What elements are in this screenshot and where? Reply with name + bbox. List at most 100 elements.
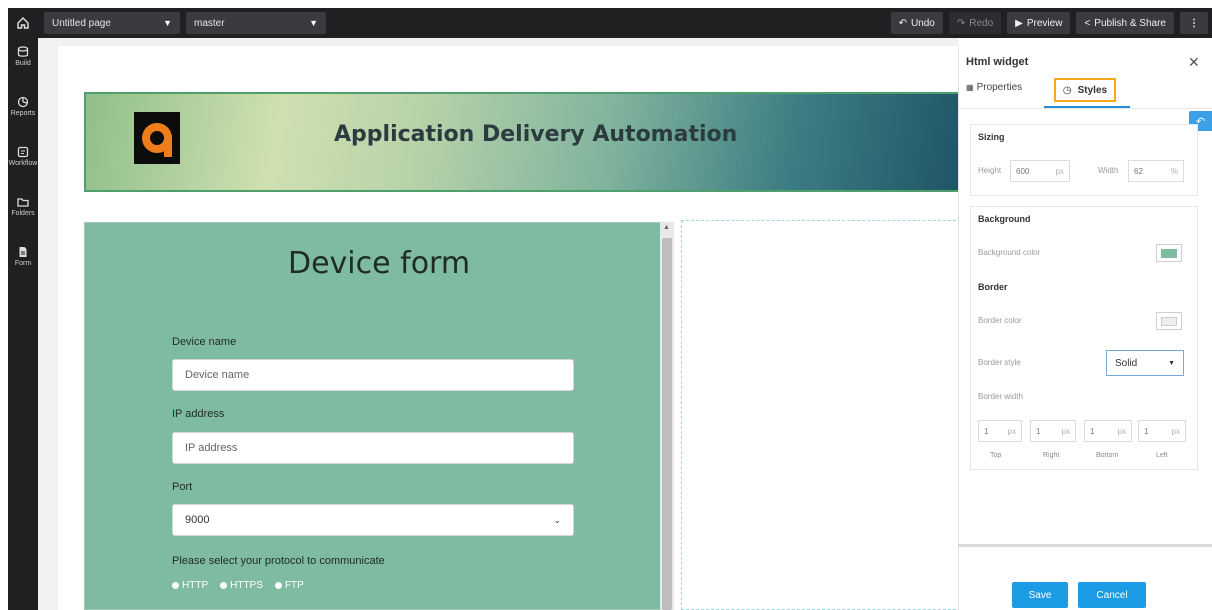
panel-footer-divider: [958, 544, 1212, 547]
panel-title: Html widget: [966, 56, 1029, 68]
sidebar-item-reports[interactable]: Reports: [8, 88, 38, 138]
radio-label: FTP: [284, 580, 304, 591]
device-name-label: Device name: [172, 336, 237, 348]
device-name-input[interactable]: Device name: [172, 359, 574, 391]
save-button[interactable]: Save: [1012, 582, 1068, 608]
border-width-right-input[interactable]: 1 px: [1030, 420, 1076, 442]
radio-https[interactable]: HTTPS: [220, 580, 263, 591]
ip-address-label: IP address: [172, 408, 225, 420]
publish-share-button[interactable]: < Publish & Share: [1076, 12, 1174, 34]
preview-label: Preview: [1026, 17, 1063, 29]
border-style-select[interactable]: Solid ▼: [1106, 350, 1184, 376]
tab-properties[interactable]: ▦ Properties: [966, 82, 1022, 93]
sidebar-item-form[interactable]: Form: [8, 238, 38, 288]
border-width-unit: px: [1007, 426, 1016, 436]
port-label: Port: [172, 481, 193, 493]
app-logo: [134, 112, 180, 164]
radio-ftp[interactable]: FTP: [274, 580, 304, 591]
ip-address-input[interactable]: IP address: [172, 432, 574, 464]
more-options-button[interactable]: ⋮: [1180, 12, 1208, 34]
border-style-label: Border style: [978, 358, 1021, 367]
background-heading: Background: [978, 214, 1031, 224]
tab-styles[interactable]: ◷ Styles: [1054, 78, 1116, 102]
border-side-label-left: Left: [1156, 452, 1168, 459]
branch-select-value: master: [194, 17, 225, 29]
sidebar-item-label: Form: [14, 260, 32, 267]
device-name-placeholder: Device name: [185, 369, 250, 381]
redo-label: Redo: [969, 17, 994, 29]
border-side-label-right: Right: [1043, 452, 1060, 459]
top-toolbar: Untitled page ▼ master ▼ ↶ Undo ↷ Redo ▶…: [8, 8, 1212, 38]
width-value: 62: [1134, 166, 1143, 176]
page-select-value: Untitled page: [52, 17, 111, 29]
scrollbar-thumb[interactable]: [662, 238, 672, 610]
border-width-value: 1: [1144, 426, 1149, 436]
folder-icon: [17, 198, 29, 207]
tab-properties-label: Properties: [976, 82, 1023, 93]
border-width-bottom-input[interactable]: 1 px: [1084, 420, 1132, 442]
page-select[interactable]: Untitled page ▼: [44, 12, 180, 34]
cancel-button[interactable]: Cancel: [1078, 582, 1146, 608]
ip-address-placeholder: IP address: [185, 442, 238, 454]
left-sidebar: Build Reports Workflow Folders Form: [8, 38, 38, 610]
branch-select[interactable]: master ▼: [186, 12, 326, 34]
border-width-unit: px: [1061, 426, 1070, 436]
redo-icon: ↷: [956, 17, 966, 29]
width-label: Width: [1098, 166, 1119, 175]
radio-dot: [172, 582, 179, 589]
background-color-swatch: [1161, 248, 1177, 258]
database-icon: [17, 46, 29, 57]
more-icon: ⋮: [1189, 17, 1199, 29]
border-side-label-bottom: Bottom: [1096, 452, 1119, 459]
sidebar-item-label: Build: [15, 60, 31, 67]
width-unit: %: [1170, 166, 1178, 176]
sizing-heading: Sizing: [978, 132, 1005, 142]
protocol-radio-group: HTTP HTTPS FTP: [172, 580, 304, 591]
scroll-up-icon[interactable]: ▲: [663, 224, 670, 231]
palette-icon: ◷: [1062, 84, 1072, 96]
border-width-value: 1: [984, 426, 989, 436]
preview-button[interactable]: ▶ Preview: [1007, 12, 1071, 34]
sidebar-item-folders[interactable]: Folders: [8, 188, 38, 238]
border-color-label: Border color: [978, 316, 1022, 325]
share-icon: <: [1084, 17, 1091, 29]
height-label: Height: [978, 166, 1002, 175]
border-width-unit: px: [1117, 426, 1126, 436]
border-width-value: 1: [1036, 426, 1041, 436]
home-icon[interactable]: [8, 8, 38, 38]
border-width-left-input[interactable]: 1 px: [1138, 420, 1186, 442]
border-heading: Border: [978, 282, 1008, 292]
redo-button[interactable]: ↷ Redo: [948, 12, 1002, 34]
chevron-down-icon: ▼: [163, 18, 172, 28]
sidebar-item-label: Folders: [11, 210, 35, 217]
document-icon: [19, 247, 27, 257]
sidebar-item-label: Reports: [10, 110, 36, 117]
undo-button[interactable]: ↶ Undo: [890, 12, 943, 34]
undo-label: Undo: [910, 17, 935, 29]
border-color-picker[interactable]: [1156, 312, 1182, 330]
height-value: 600: [1016, 166, 1030, 176]
border-color-swatch: [1161, 316, 1177, 326]
chevron-down-icon: ▼: [1168, 359, 1175, 367]
logo-mark: [142, 123, 172, 157]
radio-dot: [220, 582, 228, 589]
grid-icon: ▦: [966, 83, 974, 92]
border-side-label-top: Top: [990, 452, 1002, 459]
sidebar-item-build[interactable]: Build: [8, 38, 38, 88]
border-width-top-input[interactable]: 1 px: [978, 420, 1022, 442]
sidebar-item-label: Workflow: [8, 160, 38, 167]
height-input[interactable]: 600 px: [1010, 160, 1070, 182]
radio-http[interactable]: HTTP: [172, 580, 208, 591]
sidebar-item-workflow[interactable]: Workflow: [8, 138, 38, 188]
chart-icon: [17, 96, 29, 108]
background-color-picker[interactable]: [1156, 244, 1182, 262]
workflow-icon: [17, 146, 29, 158]
port-select[interactable]: 9000 ⌄: [172, 504, 574, 536]
border-style-value: Solid: [1115, 357, 1138, 369]
close-icon[interactable]: ✕: [1188, 54, 1200, 71]
header-banner-widget[interactable]: Application Delivery Automation: [84, 92, 964, 192]
banner-title: Application Delivery Automation: [334, 122, 738, 147]
port-select-value: 9000: [185, 514, 210, 526]
drop-zone[interactable]: [681, 220, 961, 610]
width-input[interactable]: 62 %: [1128, 160, 1184, 182]
